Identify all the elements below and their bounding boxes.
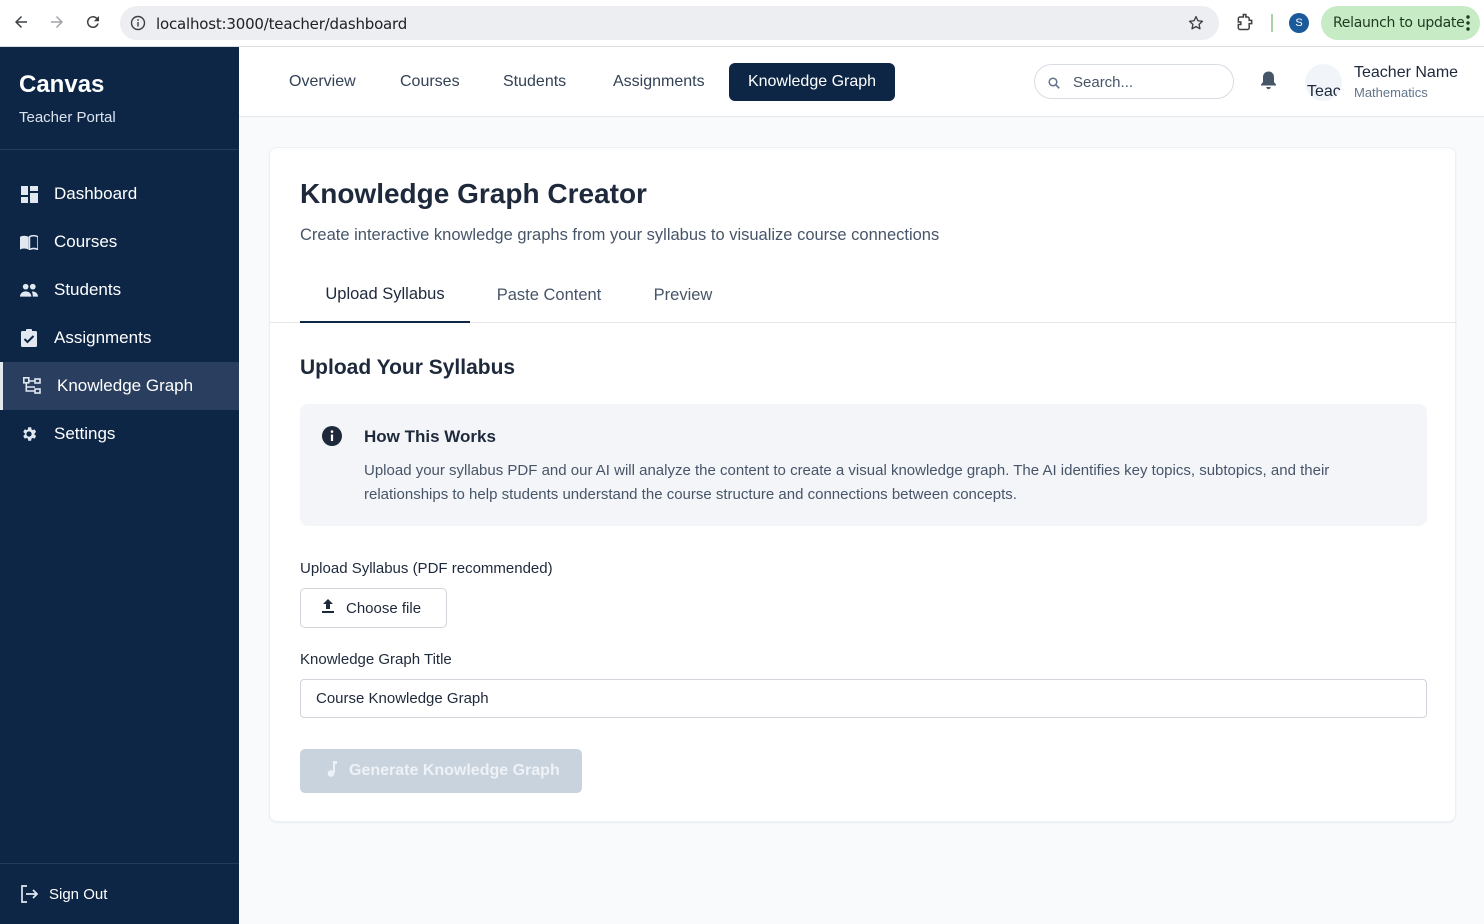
logout-icon — [20, 885, 39, 903]
knowledge-graph-card: Knowledge Graph Creator Create interacti… — [269, 147, 1457, 822]
top-navigation: Overview Courses Students Assignments Kn… — [239, 47, 1484, 117]
gear-icon — [20, 425, 38, 443]
sidebar-item-settings[interactable]: Settings — [0, 410, 239, 458]
extensions-puzzle-icon[interactable] — [1235, 12, 1255, 37]
choose-file-button[interactable]: Choose file — [300, 588, 447, 628]
search-box[interactable] — [1034, 64, 1234, 99]
tab-students[interactable]: Students — [483, 63, 586, 101]
user-role: Mathematics — [1354, 85, 1428, 100]
tab-overview[interactable]: Overview — [269, 63, 376, 101]
relaunch-label: Relaunch to update — [1333, 15, 1465, 31]
tab-knowledge-graph[interactable]: Knowledge Graph — [729, 63, 895, 101]
tab-courses[interactable]: Courses — [380, 63, 480, 101]
search-icon — [1048, 76, 1060, 94]
search-input[interactable] — [1073, 72, 1223, 92]
sidebar-item-label: Settings — [54, 424, 116, 443]
brand-title: Canvas — [19, 71, 105, 98]
profile-avatar[interactable]: S — [1289, 13, 1309, 33]
section-title: Upload Your Syllabus — [300, 356, 516, 379]
info-text: Upload your syllabus PDF and our AI will… — [364, 462, 1330, 503]
page-description: Create interactive knowledge graphs from… — [300, 226, 940, 244]
site-info-icon[interactable] — [128, 13, 148, 33]
relaunch-button[interactable]: Relaunch to update — [1321, 6, 1480, 40]
upload-label: Upload Syllabus (PDF recommended) — [300, 560, 553, 577]
back-arrow-icon[interactable] — [10, 11, 32, 33]
bookmark-star-icon[interactable] — [1187, 14, 1205, 37]
sidebar-item-label: Dashboard — [54, 184, 138, 203]
sidebar-item-courses[interactable]: Courses — [0, 218, 239, 266]
brand-subtitle: Teacher Portal — [19, 109, 116, 126]
music-note-icon — [327, 760, 337, 782]
dashboard-icon — [20, 185, 38, 203]
sidebar: Canvas Teacher Portal Dashboard Courses … — [0, 47, 239, 924]
bell-icon[interactable] — [1260, 71, 1277, 95]
toolbar-divider — [1271, 14, 1273, 32]
page-title: Knowledge Graph Creator — [300, 178, 647, 209]
sidebar-item-assignments[interactable]: Assignments — [0, 314, 239, 362]
sidebar-item-label: Knowledge Graph — [57, 376, 194, 395]
content-tabs: Upload Syllabus Paste Content Preview — [270, 268, 1457, 323]
tab-preview[interactable]: Preview — [628, 268, 738, 322]
sidebar-item-students[interactable]: Students — [0, 266, 239, 314]
generate-label: Generate Knowledge Graph — [349, 762, 560, 779]
graph-title-label: Knowledge Graph Title — [300, 651, 452, 668]
info-box: How This Works Upload your syllabus PDF … — [300, 404, 1427, 526]
tab-upload-syllabus[interactable]: Upload Syllabus — [300, 268, 470, 323]
info-icon — [321, 425, 343, 452]
sidebar-item-label: Students — [54, 280, 122, 299]
reload-icon[interactable] — [82, 11, 104, 33]
url-text: localhost:3000/teacher/dashboard — [156, 15, 408, 33]
forward-arrow-icon[interactable] — [46, 11, 68, 33]
tab-paste-content[interactable]: Paste Content — [470, 268, 628, 322]
people-icon — [20, 281, 38, 299]
info-title: How This Works — [364, 427, 496, 446]
graph-title-input[interactable] — [300, 679, 1427, 718]
sign-out-label: Sign Out — [49, 885, 108, 903]
sidebar-divider — [0, 149, 239, 150]
user-name: Teacher Name — [1354, 64, 1459, 81]
more-menu-icon[interactable] — [1466, 15, 1470, 35]
sign-out-button[interactable]: Sign Out — [0, 863, 239, 924]
sidebar-item-label: Assignments — [54, 328, 152, 347]
book-icon — [20, 233, 38, 251]
generate-graph-button[interactable]: Generate Knowledge Graph — [300, 749, 582, 793]
browser-toolbar: localhost:3000/teacher/dashboard S Relau… — [0, 0, 1484, 47]
clipboard-check-icon — [20, 329, 38, 347]
graph-icon — [23, 377, 41, 395]
upload-icon — [322, 599, 334, 617]
choose-file-label: Choose file — [346, 599, 422, 617]
sidebar-item-knowledge-graph[interactable]: Knowledge Graph — [0, 362, 239, 410]
sidebar-item-dashboard[interactable]: Dashboard — [0, 170, 239, 218]
tab-assignments[interactable]: Assignments — [593, 63, 725, 101]
avatar[interactable]: Teac — [1305, 64, 1342, 101]
sidebar-item-label: Courses — [54, 232, 118, 251]
address-bar[interactable]: localhost:3000/teacher/dashboard — [120, 6, 1219, 40]
